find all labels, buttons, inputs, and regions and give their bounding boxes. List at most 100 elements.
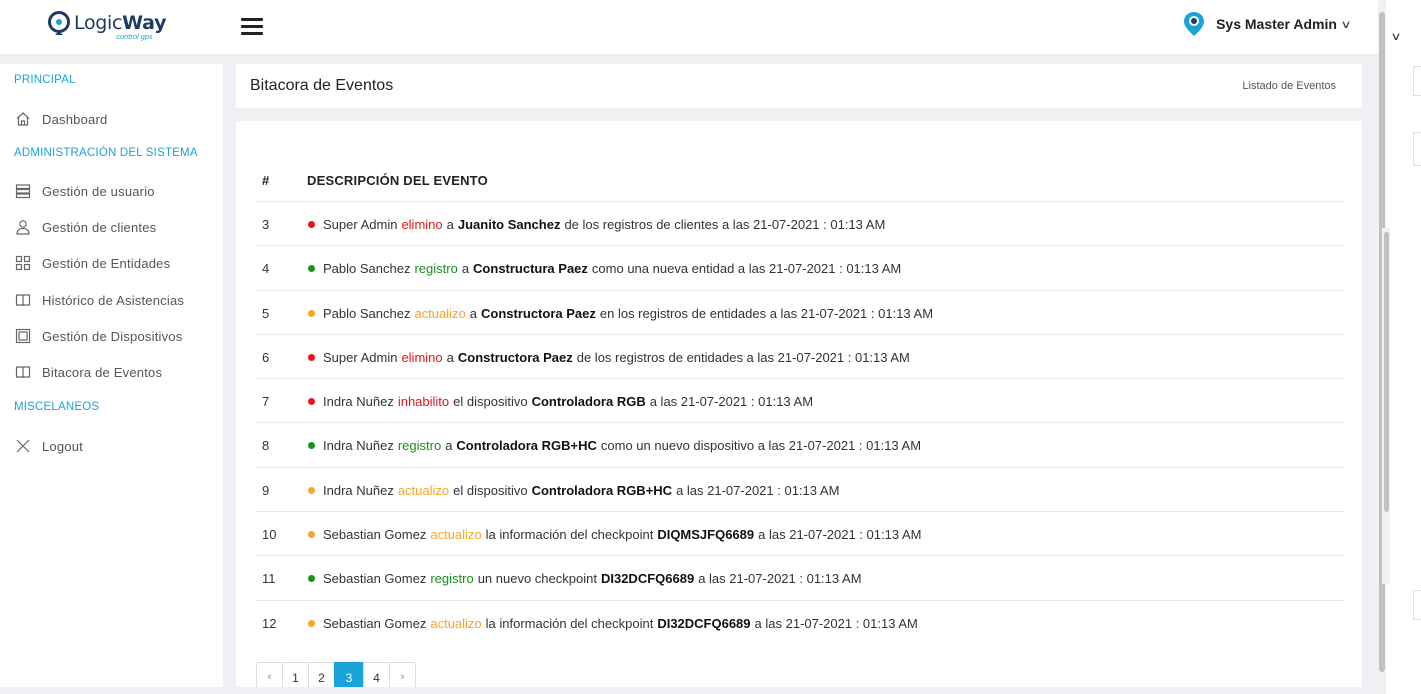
- status-dot-icon: [308, 221, 315, 228]
- event-actor: Sebastian Gomez: [323, 527, 427, 543]
- event-action: elimino: [401, 217, 443, 232]
- event-description: Sebastian Gomez registro un nuevo checkpoi…: [308, 571, 862, 586]
- event-description: Pablo Sanchez actualizo a Constructora Paez…: [308, 306, 933, 321]
- sidebar-item-label: Gestión de Entidades: [42, 255, 171, 271]
- event-action: actualizo: [414, 305, 466, 321]
- event-detail: a las 21-07-2021 : 01:13 AM: [754, 615, 918, 631]
- event-detail: a las 21-07-2021 : 01:13 AM: [676, 482, 840, 498]
- event-actor: Sebastian Gomez: [323, 571, 427, 587]
- event-preposition: un nuevo checkpoint: [477, 571, 597, 587]
- event-description: Super Admin elimino a Juanito Sanchez de los…: [308, 217, 885, 232]
- logo-text: LogicWay control gps: [74, 12, 167, 41]
- sidebar-item-clients[interactable]: Gestión de clientes: [14, 218, 156, 236]
- event-description: Pablo Sanchez registro a Constructura Paez c…: [308, 261, 901, 276]
- sidebar-item-devices[interactable]: Gestión de Dispositivos: [14, 327, 182, 345]
- sidebar-item-label: Histórico de Asistencias: [42, 292, 185, 308]
- logo-subtitle: control gps: [116, 33, 153, 41]
- column-header-description: DESCRIPCIÓN DEL EVENTO: [307, 173, 488, 188]
- event-target: Juanito Sanchez: [457, 217, 561, 232]
- event-action: actualizo: [430, 527, 482, 543]
- status-dot-icon: [308, 442, 315, 450]
- sidebar-section-misc: MISCELANEOS: [14, 401, 100, 413]
- column-header-number: #: [262, 173, 270, 188]
- event-actor: Sebastian Gomez: [323, 615, 427, 631]
- event-preposition: el dispositivo: [453, 482, 528, 498]
- row-number: 12: [262, 615, 277, 631]
- event-action: registro: [430, 571, 474, 587]
- logo[interactable]: LogicWay control gps: [46, 10, 167, 41]
- status-dot-icon: [308, 353, 315, 361]
- menu-toggle-icon[interactable]: [241, 18, 263, 35]
- sidebar-item-users[interactable]: Gestión de usuario: [14, 182, 155, 200]
- book-icon: [14, 291, 32, 309]
- book-icon: [14, 363, 32, 381]
- breadcrumb[interactable]: Listado de Eventos: [1242, 80, 1336, 92]
- event-target: Controladora RGB: [531, 394, 646, 410]
- event-action: registro: [397, 438, 442, 454]
- panel-border: [1413, 132, 1421, 166]
- event-description: Super Admin elimino a Constructora Paez de l…: [308, 350, 910, 365]
- events-card: # DESCRIPCIÓN DEL EVENTO 3 Super Admin eli…: [236, 121, 1362, 694]
- sidebar-item-label: Gestión de clientes: [42, 219, 157, 235]
- event-preposition: a: [445, 438, 453, 454]
- event-description: Indra Nuñez inhabilito el dispositivo Contr…: [308, 394, 813, 409]
- event-action: registro: [414, 261, 458, 277]
- row-number: 3: [262, 217, 270, 232]
- event-description: Indra Nuñez actualizo el dispositivo Contro…: [308, 483, 839, 498]
- event-detail: de los registros de clientes a las 21-07…: [564, 217, 886, 232]
- event-preposition: la información del checkpoint: [485, 527, 654, 543]
- status-dot-icon: [308, 309, 315, 317]
- close-icon: [14, 437, 32, 455]
- event-detail: a las 21-07-2021 : 01:13 AM: [698, 571, 862, 587]
- event-preposition: a: [469, 305, 477, 321]
- event-preposition: a: [461, 261, 470, 277]
- event-target: Controladora RGB+HC: [456, 438, 597, 454]
- event-action: actualizo: [430, 615, 482, 631]
- user-name: Sys Master Admin: [1216, 16, 1337, 32]
- event-action: inhabilito: [397, 394, 450, 410]
- sidebar-item-label: Dashboard: [42, 111, 108, 127]
- sidebar-item-events[interactable]: Bitacora de Eventos: [14, 363, 162, 381]
- event-description: Indra Nuñez registro a Controladora RGB+HC c…: [308, 438, 921, 453]
- sidebar-item-entities[interactable]: Gestión de Entidades: [14, 254, 170, 272]
- table-row: 5 Pablo Sanchez actualizo a Constructora Pae…: [256, 289, 1344, 334]
- event-actor: Pablo Sanchez: [323, 305, 411, 321]
- table-row: 4 Pablo Sanchez registro a Constructura Paez…: [256, 245, 1344, 289]
- table-row: 9 Indra Nuñez actualizo el dispositivo Contr…: [256, 466, 1344, 511]
- row-number: 4: [262, 261, 270, 277]
- event-preposition: a: [446, 349, 454, 365]
- event-preposition: el dispositivo: [453, 394, 528, 410]
- event-target: Controladora RGB+HC: [531, 482, 673, 498]
- events-table: 3 Super Admin elimino a Juanito Sanchez de lo…: [256, 201, 1344, 644]
- status-dot-icon: [308, 398, 315, 406]
- table-row: 11 Sebastian Gomez registro un nuevo checkp…: [256, 555, 1344, 599]
- status-dot-icon: [308, 619, 315, 627]
- location-pin-icon: [48, 11, 70, 35]
- event-actor: Indra Nuñez: [323, 438, 394, 454]
- event-description: Sebastian Gomez actualizo la información d…: [308, 616, 918, 631]
- event-actor: Indra Nuñez: [323, 394, 394, 410]
- sidebar-item-dashboard[interactable]: Dashboard: [14, 110, 107, 128]
- status-dot-icon: [308, 575, 315, 583]
- event-actor: Indra Nuñez: [323, 482, 394, 498]
- user-menu[interactable]: Sys Master Admin ∨: [1182, 10, 1352, 38]
- sidebar-item-label: Gestión de Dispositivos: [42, 328, 183, 344]
- event-target: DI32DCFQ6689: [600, 571, 695, 587]
- table-row: 3 Super Admin elimino a Juanito Sanchez de lo…: [256, 201, 1344, 245]
- event-detail: de los registros de entidades a las 21-0…: [576, 349, 910, 365]
- chevron-down-icon: ∨: [1340, 18, 1352, 31]
- panel-border: [1413, 590, 1421, 620]
- inner-scrollbar-thumb[interactable]: [1384, 232, 1389, 512]
- table-row: 8 Indra Nuñez registro a Controladora RGB+HC…: [256, 422, 1344, 466]
- top-bar: LogicWay control gps Sys Master Admin ∨: [0, 0, 1378, 54]
- sidebar-item-attendance[interactable]: Histórico de Asistencias: [14, 291, 184, 309]
- event-target: DI32DCFQ6689: [657, 615, 751, 631]
- sidebar-item-logout[interactable]: Logout: [14, 437, 83, 455]
- event-target: DIQMSJFQ6689: [657, 527, 755, 543]
- event-description: Sebastian Gomez actualizo la información d…: [308, 527, 921, 542]
- sidebar-item-label: Logout: [42, 438, 83, 454]
- panel-border: [1413, 66, 1421, 96]
- event-action: elimino: [401, 349, 443, 365]
- event-actor: Super Admin: [323, 349, 398, 365]
- grid-icon: [14, 254, 32, 272]
